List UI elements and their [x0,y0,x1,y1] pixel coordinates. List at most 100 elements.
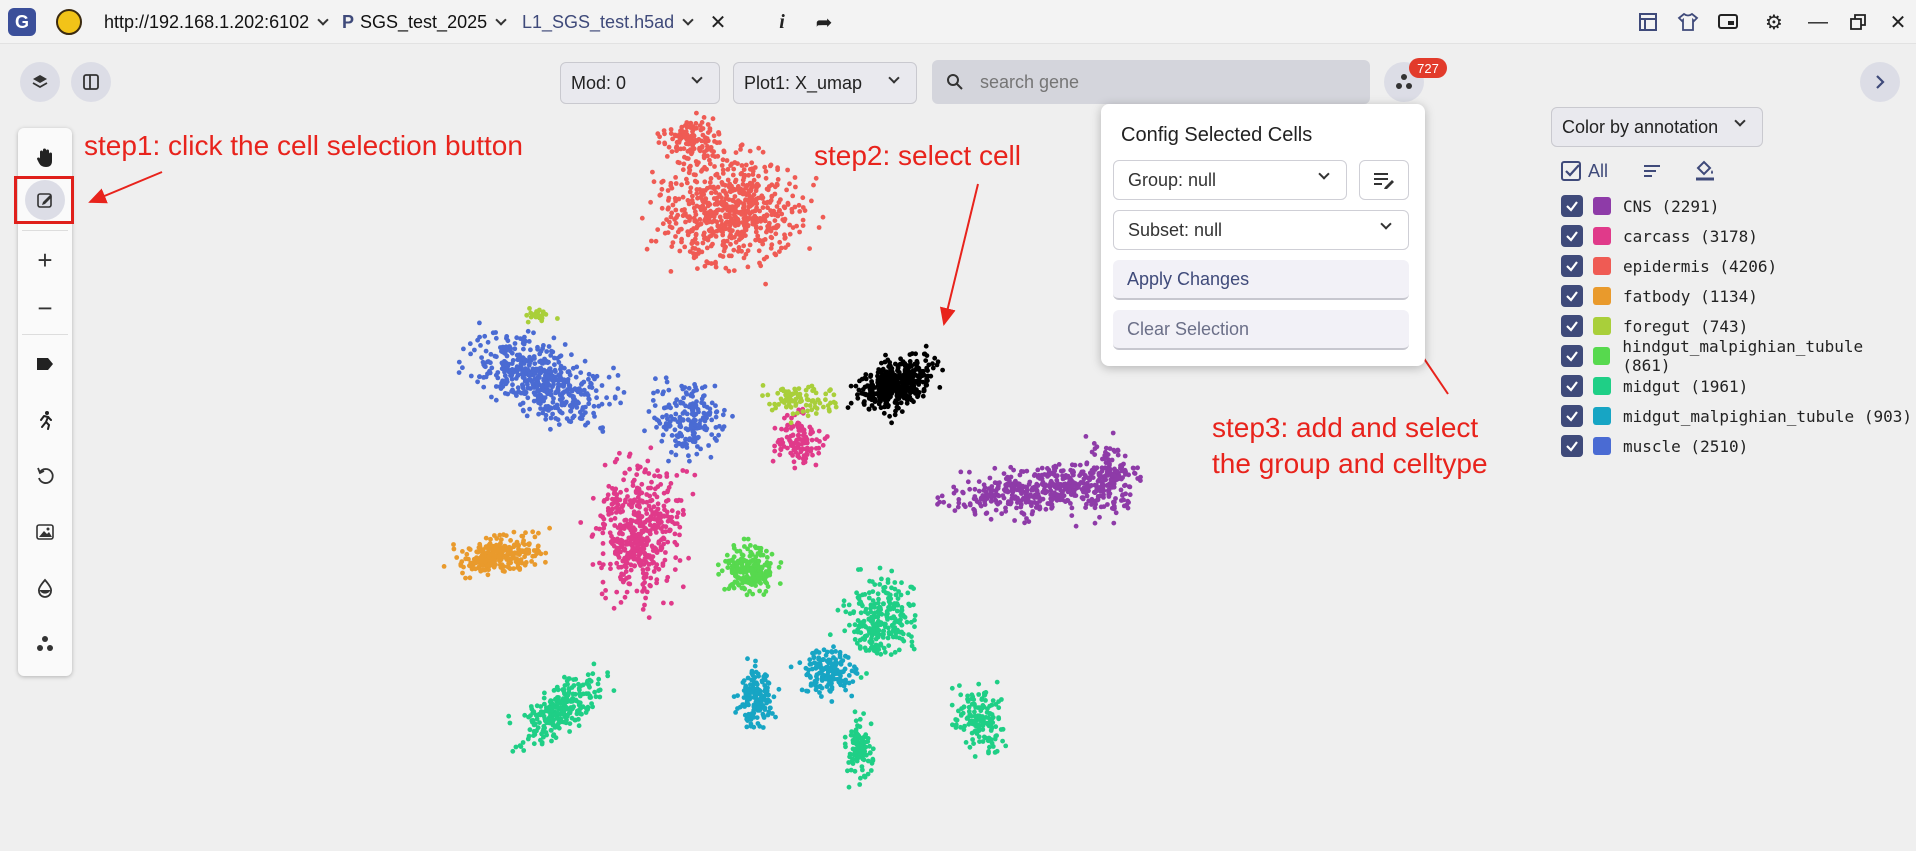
cell-point [725,565,731,570]
legend-item[interactable]: midgut (1961) [1561,374,1748,398]
color-by-select[interactable]: Color by annotation [1551,107,1763,147]
cell-point [603,588,608,593]
legend-item[interactable]: fatbody (1134) [1561,284,1758,308]
group-select[interactable]: Group: null [1113,160,1347,200]
cell-point [775,165,780,171]
cell-point [562,342,568,347]
selected-cell-point [902,371,907,377]
cell-point [705,122,711,127]
palette-button[interactable] [1694,158,1716,182]
cell-point [696,434,701,440]
cell-point [1015,495,1020,501]
cell-point [507,720,513,726]
legend-item[interactable]: CNS (2291) [1561,194,1719,218]
cell-point [796,422,802,428]
legend-checkbox[interactable] [1561,225,1583,247]
cell-point [551,712,557,718]
cell-point [577,687,582,693]
cell-point [511,529,517,535]
legend-item[interactable]: muscle (2510) [1561,434,1748,458]
cell-point [501,360,507,365]
legend-checkbox[interactable] [1561,285,1583,307]
cell-point [754,682,760,687]
legend-swatch [1592,347,1611,365]
cell-point [635,494,641,500]
legend-item[interactable]: epidermis (4206) [1561,254,1777,278]
cell-point [858,675,864,680]
cell-point [827,675,833,681]
cell-point [1029,511,1035,517]
cell-point [651,179,657,185]
cell-point [842,734,848,740]
legend-checkbox[interactable] [1561,315,1583,337]
apply-changes-button[interactable]: Apply Changes [1113,260,1409,300]
cell-point [483,535,489,541]
sort-button[interactable] [1642,162,1662,180]
cell-point [753,658,758,664]
cell-point [515,385,521,391]
cell-point [590,562,596,567]
cell-point [531,741,537,747]
legend-checkbox[interactable] [1561,345,1583,367]
cell-point [1086,488,1091,494]
cell-point [747,242,753,248]
cell-point [525,319,531,325]
cell-point [980,739,986,744]
legend-checkbox[interactable] [1561,375,1583,397]
legend-checkbox[interactable] [1561,195,1583,217]
clear-selection-button[interactable]: Clear Selection [1113,310,1409,350]
cell-point [693,422,698,428]
legend-checkbox[interactable] [1561,405,1583,427]
cell-point [693,159,699,164]
cell-point [1060,468,1066,473]
selected-cell-point [872,406,877,411]
cell-point [532,312,538,318]
select-all-toggle[interactable]: All [1560,160,1608,182]
legend-checkbox[interactable] [1561,435,1583,457]
cell-point [813,175,819,181]
cell-point [580,407,585,412]
cell-point [592,689,597,695]
cell-point [486,563,492,569]
cell-point [664,471,670,477]
cell-point [965,479,971,485]
cell-point [575,388,581,394]
cell-point [848,767,854,773]
cell-point [526,733,532,739]
cell-point [775,177,781,182]
cell-point [704,220,709,226]
cell-point [816,450,822,456]
cell-point [628,498,634,504]
cell-point [466,546,472,551]
cell-point [720,426,725,432]
cell-point [807,246,812,252]
selected-cell-point [899,409,905,414]
cell-point [538,551,544,557]
cell-point [558,366,563,372]
cell-point [806,384,811,390]
subset-select[interactable]: Subset: null [1113,210,1409,250]
cell-point [857,724,863,730]
edit-groups-button[interactable] [1359,160,1409,200]
cell-point [793,396,799,402]
legend-checkbox[interactable] [1561,255,1583,277]
cell-point [859,746,865,752]
cell-point [723,212,728,218]
cell-point [686,555,691,561]
legend-item[interactable]: hindgut_malpighian_tubule (861) [1561,337,1916,375]
cell-point [886,629,892,635]
cell-point [730,208,735,213]
legend-item[interactable]: midgut_malpighian_tubule (903) [1561,404,1912,428]
cell-point [482,363,487,369]
cell-point [867,750,873,756]
cell-point [664,154,670,159]
cell-point [825,664,831,670]
cell-point [1110,430,1116,436]
legend-item[interactable]: foregut (743) [1561,314,1748,338]
legend-item[interactable]: carcass (3178) [1561,224,1758,248]
legend-swatch [1593,227,1611,245]
cell-point [745,223,751,228]
cell-point [536,411,541,417]
cell-point [674,433,680,439]
cell-point [477,374,482,380]
